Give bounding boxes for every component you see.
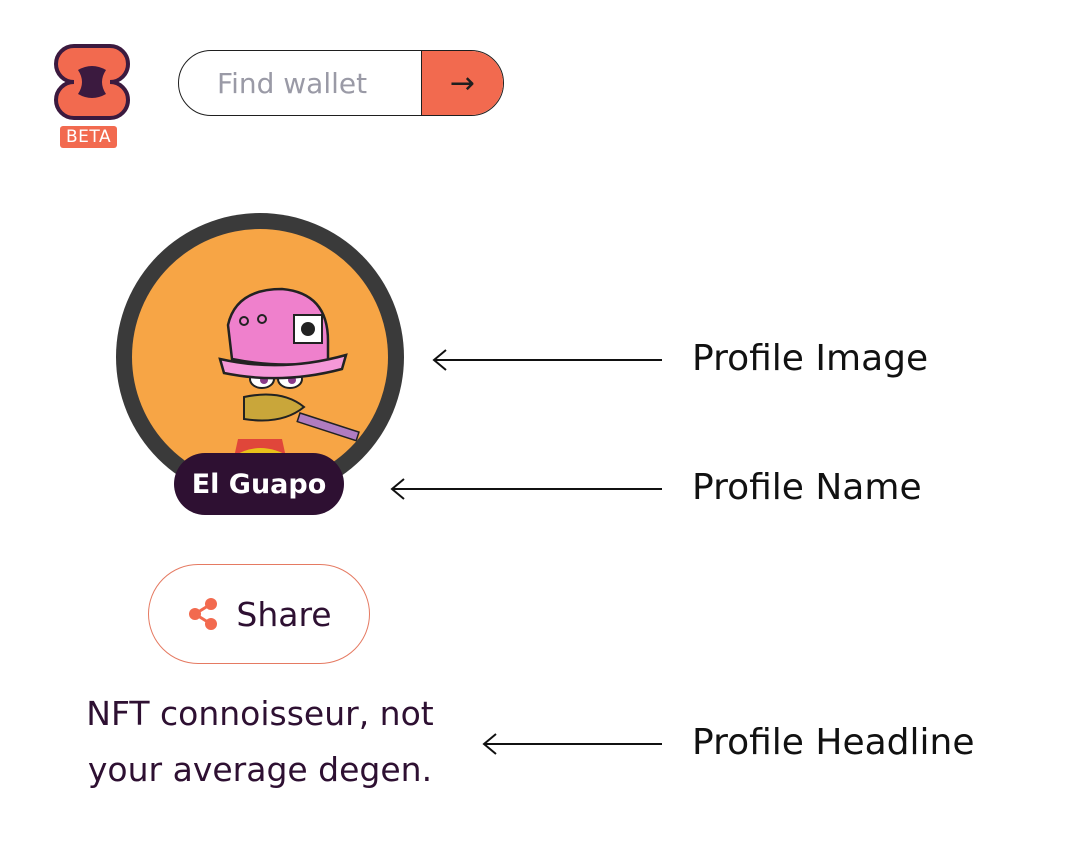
share-button[interactable]: Share [148,564,370,664]
annotation-profile-headline: Profile Headline [692,722,975,763]
annotation-profile-image: Profile Image [692,338,929,379]
search-input[interactable] [179,51,421,115]
annotation-profile-name: Profile Name [692,467,922,508]
app-logo[interactable]: BETA [52,42,132,148]
profile-name: El Guapo [174,453,344,515]
profile-image-art [132,229,388,485]
arrow-left-icon [432,349,662,371]
logo-icon [54,44,130,120]
wallet-search: → [178,50,504,116]
headline-line-2: your average degen. [87,750,433,789]
search-submit-button[interactable]: → [421,51,503,115]
profile-headline: NFT connoisseur, not your average degen. [56,686,464,798]
share-label: Share [236,594,332,634]
arrow-left-icon [482,733,662,755]
arrow-right-icon: → [449,65,476,101]
arrow-left-icon [390,478,662,500]
share-icon [189,598,218,630]
headline-line-1: NFT connoisseur, not [86,694,434,733]
beta-badge: BETA [60,126,118,148]
